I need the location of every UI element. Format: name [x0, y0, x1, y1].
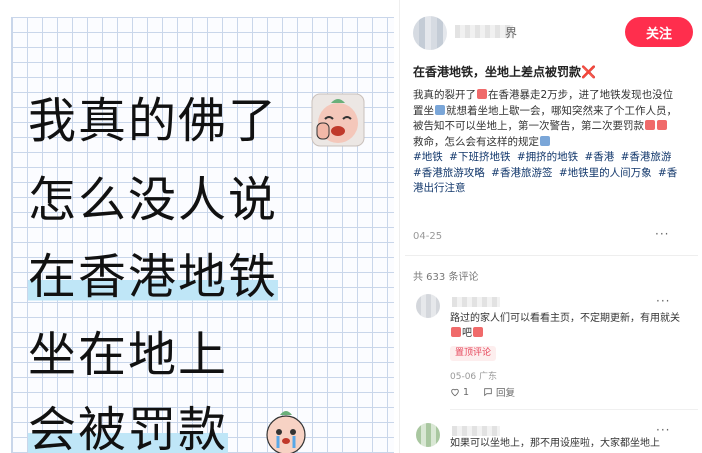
tag-link[interactable]: #地铁里的人间万象 — [559, 167, 652, 179]
comment-text: 如果可以坐地上，那不用设座啦，大家都坐地上 — [450, 438, 660, 449]
red-face-emoji-icon — [657, 120, 667, 130]
image-line-3-text: 在香港地铁 — [28, 249, 279, 305]
red-face-emoji-icon — [473, 327, 483, 337]
post-body-text-1: 我真的裂开了 — [413, 89, 476, 101]
comment-text: 路过的家人们可以看看主页，不定期更新，有用就关吧 — [450, 311, 690, 341]
image-line-5-text: 会被罚款 — [28, 402, 229, 453]
red-face-emoji-icon — [451, 327, 461, 337]
post-body-text-3: 就想着坐地上歇一会，哪知突然来了个工作人员，被告知不可以坐地上，第一次警告，第二… — [413, 104, 677, 133]
like-button[interactable]: 1 — [450, 385, 469, 399]
post-date: 04-25 — [413, 231, 443, 242]
tag-link[interactable]: #地铁 — [413, 151, 443, 163]
red-face-emoji-icon — [477, 89, 487, 99]
author-avatar[interactable] — [413, 16, 447, 50]
crying-peach-sticker-icon — [259, 403, 313, 453]
author-row: 界 关注 — [413, 14, 693, 52]
commenter-name-blurred — [452, 297, 500, 307]
tag-link[interactable]: #香港旅游攻略 — [413, 167, 485, 179]
commenter-name-blurred — [452, 426, 500, 436]
post-body: 我真的裂开了 在香港暴走2万步，进了地铁发现也没位置坐 就想着坐地上歇一会，哪知突然… — [413, 88, 678, 197]
comment-icon — [484, 388, 492, 397]
image-line-4: 坐在地上 — [28, 327, 229, 383]
image-line-2: 怎么没人说 — [28, 172, 279, 228]
comment-text-main: 路过的家人们可以看看主页，不定期更新，有用就关 — [450, 313, 680, 324]
reply-button[interactable]: 回复 — [483, 385, 515, 399]
red-face-emoji-icon — [645, 120, 655, 130]
commenter-avatar[interactable] — [416, 294, 440, 318]
comment-actions: 1 回复 — [450, 385, 515, 399]
like-count: 1 — [463, 386, 470, 398]
tag-link[interactable]: #拥挤的地铁 — [517, 151, 578, 163]
tag-list: #地铁 #下班挤地铁 #拥挤的地铁 #香港 #香港旅游 #香港旅游攻略 #香港旅… — [413, 151, 677, 194]
heart-icon — [451, 388, 459, 397]
tag-link[interactable]: #香港旅游签 — [491, 167, 552, 179]
image-line-3: 在香港地铁 — [28, 247, 279, 307]
crying-face-sticker-icon — [311, 93, 365, 147]
sitting-emoji-icon — [540, 135, 550, 146]
image-line-5: 会被罚款 — [28, 400, 229, 453]
follow-button[interactable]: 关注 — [625, 17, 693, 47]
tag-link[interactable]: #下班挤地铁 — [449, 151, 510, 163]
comment-divider — [450, 409, 698, 410]
panel-divider — [399, 0, 400, 453]
comment-count: 共 633 条评论 — [413, 272, 479, 283]
more-dots-icon[interactable]: ··· — [656, 294, 670, 308]
more-dots-icon[interactable]: ··· — [655, 227, 669, 241]
tag-link[interactable]: #香港旅游 — [621, 151, 672, 163]
commenter-avatar[interactable] — [416, 423, 440, 447]
sitting-emoji-icon — [435, 104, 445, 115]
comment-meta: 05-06 广东 — [450, 372, 498, 382]
author-name[interactable]: 界 — [505, 24, 517, 41]
post-body-text-4: 救命，怎么会有这样的规定 — [413, 135, 539, 148]
pinned-comment-badge: 置顶评论 — [450, 346, 497, 361]
tag-link[interactable]: #香港 — [584, 151, 614, 163]
image-line-1: 我真的佛了 — [28, 93, 279, 149]
post-image[interactable]: 我真的佛了 怎么没人说 在香港地铁 坐在地上 会被罚款 — [11, 17, 394, 453]
more-dots-icon[interactable]: ··· — [656, 423, 670, 437]
post-title: 在香港地铁，坐地上差点被罚款❌ — [413, 65, 596, 79]
reply-label: 回复 — [496, 388, 516, 399]
comment-text-tail: 吧 — [462, 328, 472, 339]
section-divider — [405, 255, 698, 256]
